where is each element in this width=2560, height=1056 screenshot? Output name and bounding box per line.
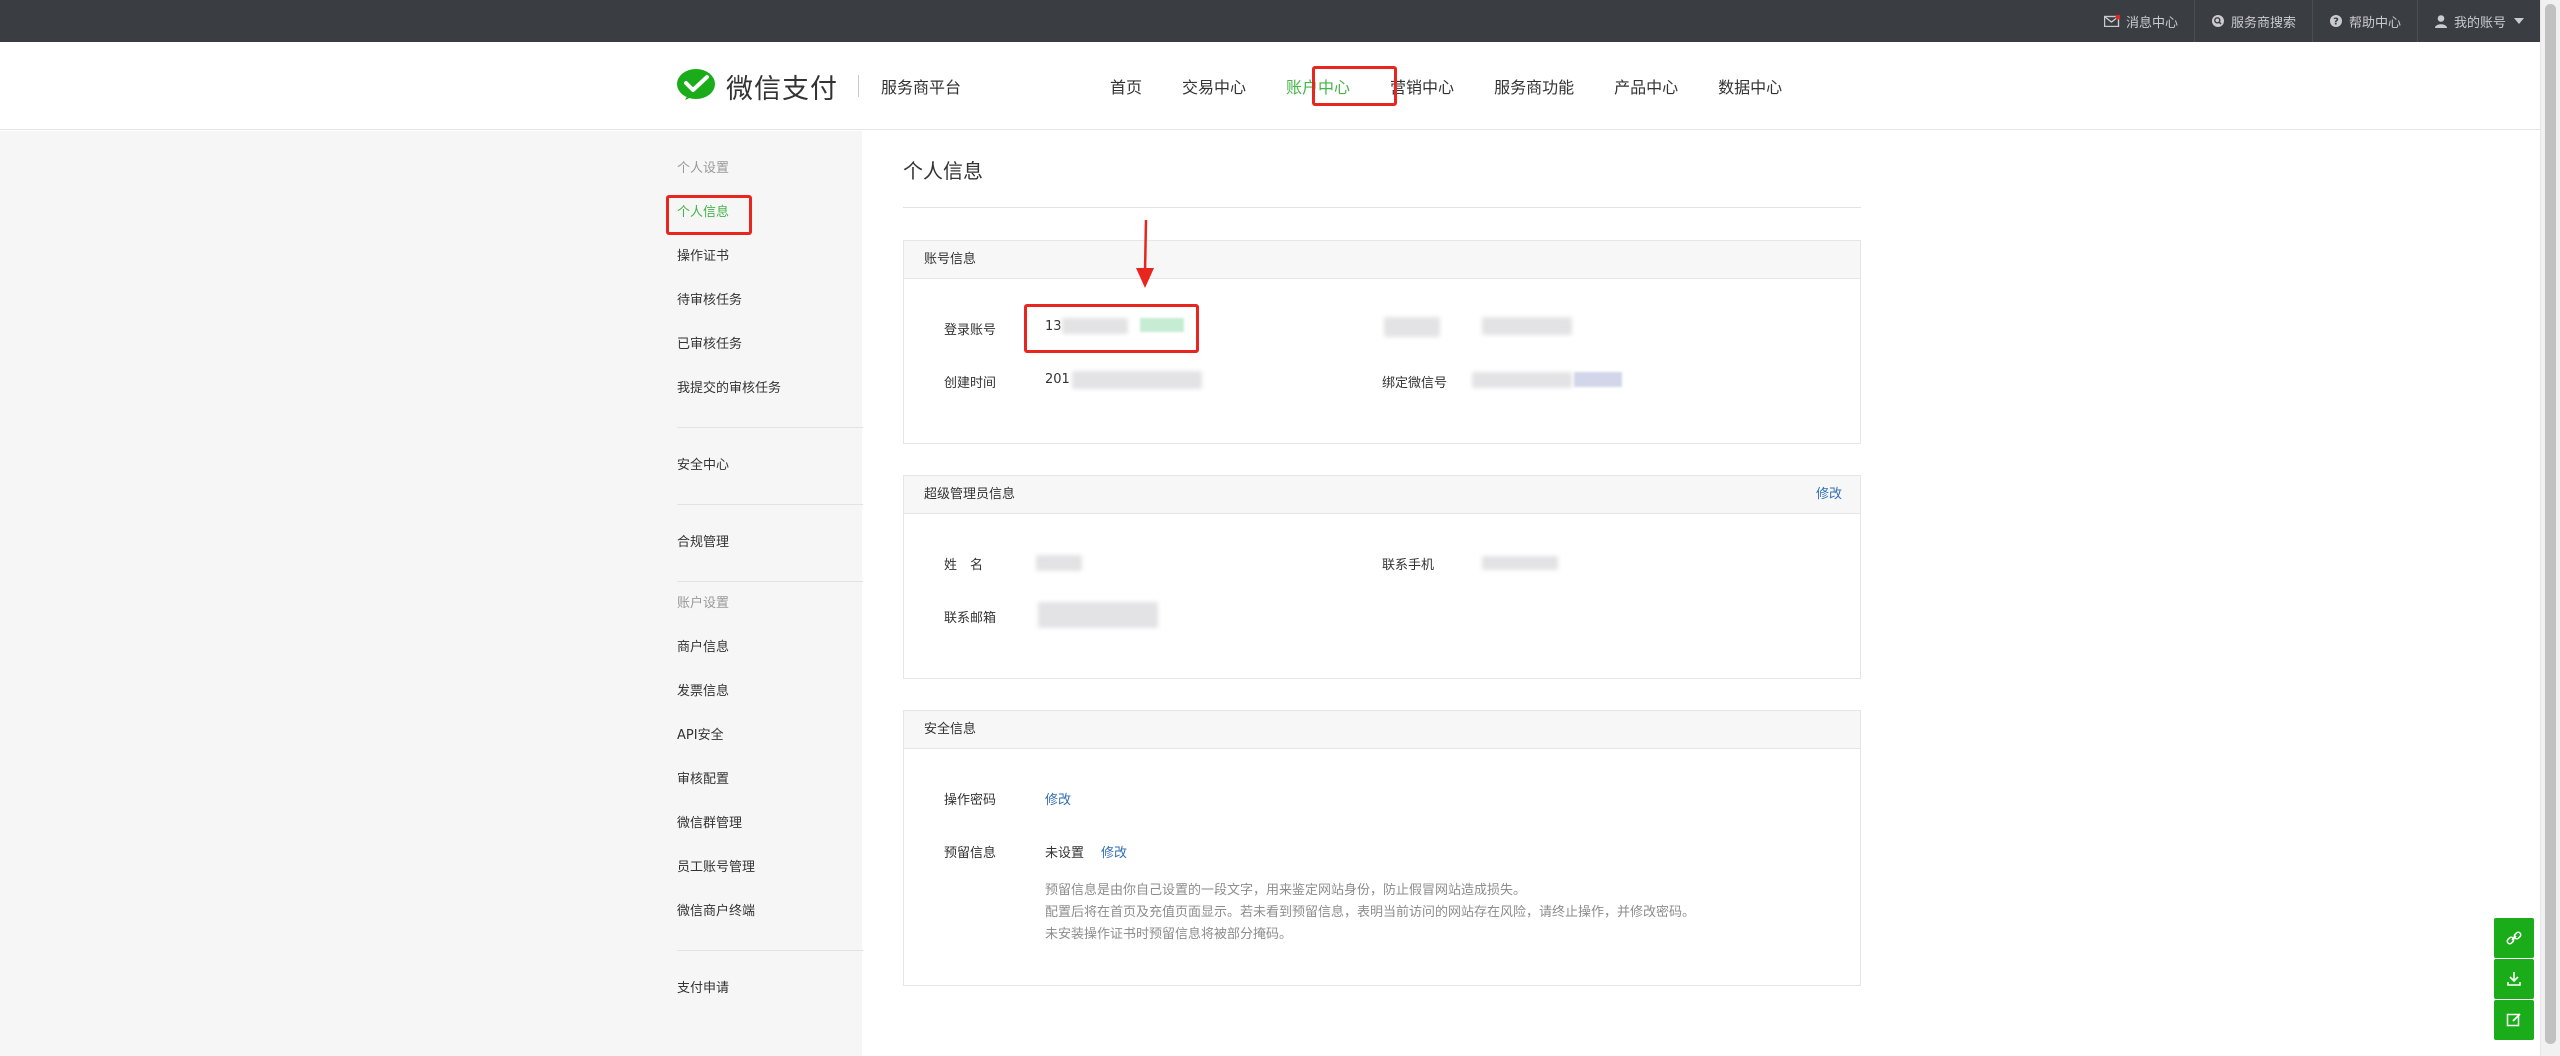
account-info-panel: 账号信息 登录账号 13 创建时间 201 绑定微信号: [903, 240, 1861, 444]
reserved-info-note-2: 配置后将在首页及充值页面显示。若未看到预留信息，表明当前访问的网站存在风险，请终…: [1045, 905, 1696, 920]
super-admin-panel: 超级管理员信息 修改 姓 名 联系手机 联系邮箱: [903, 475, 1861, 679]
top-bar-links: 消息中心 服务商搜索 ? 帮助中心 我的账号: [2088, 0, 2540, 42]
account-info-title: 账号信息: [924, 252, 977, 267]
page-title: 个人信息: [903, 159, 983, 183]
nav-trade-center[interactable]: 交易中心: [1182, 74, 1246, 98]
sidebar-item-pending-review[interactable]: 待审核任务: [677, 279, 863, 323]
masked-value: [1482, 317, 1572, 335]
login-account-masked-highlight: [1140, 318, 1184, 332]
download-button[interactable]: [2494, 959, 2534, 999]
my-account-menu[interactable]: 我的账号: [2416, 0, 2540, 42]
download-icon: [2507, 972, 2521, 986]
sidebar-item-invoice-info[interactable]: 发票信息: [677, 670, 863, 714]
sidebar-group-account-settings: 账户设置: [677, 596, 730, 611]
title-divider: [903, 207, 1861, 208]
reserved-info-label: 预留信息: [944, 846, 997, 861]
sidebar-item-staff-accounts[interactable]: 员工账号管理: [677, 846, 863, 890]
help-icon: ?: [2329, 15, 2342, 28]
super-admin-title: 超级管理员信息: [924, 487, 1016, 502]
sidebar-item-api-security[interactable]: API安全: [677, 714, 863, 758]
login-account-value: 13: [1045, 319, 1062, 334]
reserved-info-edit-link[interactable]: 修改: [1101, 842, 1127, 861]
sidebar-divider: [677, 427, 863, 428]
sidebar-item-reviewed[interactable]: 已审核任务: [677, 323, 863, 367]
sidebar-item-personal-info[interactable]: 个人信息: [677, 191, 863, 235]
feedback-button[interactable]: [2494, 1000, 2534, 1040]
admin-name-label: 姓 名: [944, 558, 984, 573]
main-nav: 首页 交易中心 账户中心 营销中心 服务商功能 产品中心 数据中心: [1110, 42, 1782, 130]
sidebar-item-merchant-info[interactable]: 商户信息: [677, 626, 863, 670]
reserved-info-note-3: 未安装操作证书时预留信息将被部分掩码。: [1045, 927, 1293, 942]
login-account-masked: [1062, 318, 1128, 334]
sidebar: 个人设置 个人信息 操作证书 待审核任务 已审核任务 我提交的审核任务 安全中心…: [677, 131, 863, 1011]
sidebar-divider: [677, 950, 863, 951]
provider-search-link[interactable]: 服务商搜索: [2193, 0, 2312, 42]
scrollbar-thumb[interactable]: [2545, 4, 2556, 1044]
login-account-label: 登录账号: [944, 323, 997, 338]
admin-phone-label: 联系手机: [1382, 558, 1435, 573]
operation-password-edit-link[interactable]: 修改: [1045, 789, 1071, 808]
security-info-title: 安全信息: [924, 722, 977, 737]
sidebar-item-merchant-terminal[interactable]: 微信商户终端: [677, 890, 863, 934]
super-admin-edit-link[interactable]: 修改: [1816, 476, 1842, 514]
annotation-arrow-icon: [1136, 219, 1154, 288]
user-icon: [2434, 15, 2447, 28]
sidebar-divider: [677, 504, 863, 505]
sidebar-item-wechat-group[interactable]: 微信群管理: [677, 802, 863, 846]
page-scrollbar[interactable]: [2540, 0, 2560, 1056]
mail-icon: [2103, 15, 2120, 27]
edit-icon: [2506, 1013, 2521, 1027]
super-admin-header: 超级管理员信息 修改: [904, 476, 1860, 514]
nav-account-center[interactable]: 账户中心: [1286, 74, 1350, 98]
admin-email-masked: [1038, 602, 1158, 628]
help-center-link[interactable]: ? 帮助中心: [2311, 0, 2417, 42]
admin-phone-masked: [1482, 556, 1558, 570]
main-header: 微信支付 服务商平台 首页 交易中心 账户中心 营销中心 服务商功能 产品中心 …: [0, 42, 2540, 130]
operation-password-label: 操作密码: [944, 793, 997, 808]
sidebar-item-compliance[interactable]: 合规管理: [677, 521, 863, 565]
search-icon: [2211, 15, 2224, 27]
sidebar-item-certificate[interactable]: 操作证书: [677, 235, 863, 279]
nav-data-center[interactable]: 数据中心: [1718, 74, 1782, 98]
floating-toolbar: [2494, 918, 2534, 1041]
sidebar-item-my-submitted[interactable]: 我提交的审核任务: [677, 367, 863, 411]
nav-provider-functions[interactable]: 服务商功能: [1494, 74, 1574, 98]
top-bar: 消息中心 服务商搜索 ? 帮助中心 我的账号: [0, 0, 2540, 42]
wechat-binding-label: 绑定微信号: [1382, 376, 1448, 391]
admin-name-masked: [1036, 555, 1082, 571]
admin-email-label: 联系邮箱: [944, 611, 997, 626]
created-time-label: 创建时间: [944, 376, 997, 391]
logo-subtitle: 服务商平台: [881, 78, 962, 97]
sidebar-item-pay-apply[interactable]: 支付申请: [677, 967, 863, 1011]
reserved-info-status: 未设置: [1045, 846, 1085, 861]
link-icon: [2506, 931, 2522, 945]
sidebar-group-personal-settings: 个人设置: [677, 161, 730, 176]
created-time-value: 201: [1045, 372, 1070, 387]
account-info-header: 账号信息: [904, 241, 1860, 279]
sidebar-item-security-center[interactable]: 安全中心: [677, 444, 863, 488]
wechat-pay-logo[interactable]: 微信支付 服务商平台: [676, 64, 961, 108]
sidebar-item-review-config[interactable]: 审核配置: [677, 758, 863, 802]
security-info-panel: 安全信息 操作密码 修改 预留信息 未设置 修改 预留信息是由你自己设置的一段文…: [903, 710, 1861, 986]
nav-marketing-center[interactable]: 营销中心: [1390, 74, 1454, 98]
wechat-binding-masked: [1472, 372, 1572, 388]
share-link-button[interactable]: [2494, 918, 2534, 958]
security-info-header: 安全信息: [904, 711, 1860, 749]
created-time-masked: [1072, 371, 1202, 389]
svg-text:?: ?: [2333, 17, 2339, 28]
chevron-down-icon: [2514, 18, 2524, 24]
nav-product-center[interactable]: 产品中心: [1614, 74, 1678, 98]
message-center-link[interactable]: 消息中心: [2088, 0, 2194, 42]
logo-divider: [858, 75, 859, 97]
reserved-info-note-1: 预留信息是由你自己设置的一段文字，用来鉴定网站身份，防止假冒网站造成损失。: [1045, 883, 1527, 898]
logo-text: 微信支付: [726, 73, 838, 105]
nav-home[interactable]: 首页: [1110, 74, 1142, 98]
masked-label: [1384, 317, 1440, 337]
wechat-binding-masked-highlight: [1574, 372, 1622, 387]
wechat-pay-logo-icon: [677, 69, 715, 100]
